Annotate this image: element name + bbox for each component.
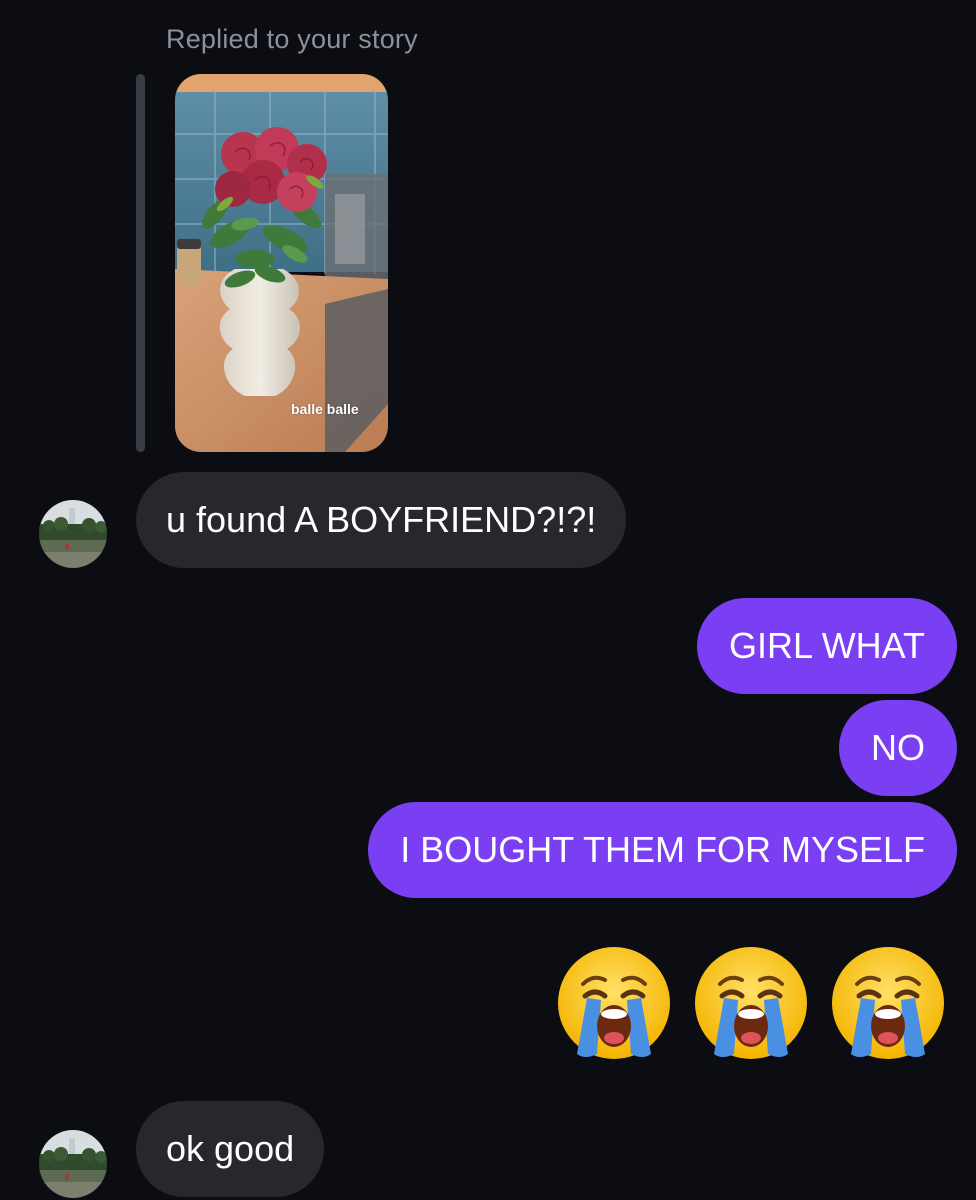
reply-quote-bar [136,74,145,452]
roses-vase-photo [175,74,388,452]
outgoing-message[interactable]: NO [839,700,957,796]
incoming-message[interactable]: ok good [136,1101,325,1197]
loudly-crying-face-icon [692,944,810,1062]
loudly-crying-face-icon [829,944,947,1062]
contact-avatar[interactable] [39,500,107,568]
avatar-photo [39,500,107,568]
story-caption: balle balle [291,401,359,417]
outgoing-message[interactable]: I BOUGHT THEM FOR MYSELF [368,802,957,898]
contact-avatar[interactable] [39,1130,107,1198]
story-thumbnail[interactable]: balle balle [175,74,388,452]
incoming-message[interactable]: u found A BOYFRIEND?!?! [136,472,627,568]
loudly-crying-face-icon [555,944,673,1062]
outgoing-message[interactable]: GIRL WHAT [697,598,957,694]
replied-to-story-label: Replied to your story [166,24,418,54]
avatar-photo [39,1130,107,1198]
emoji-message[interactable] [555,944,950,1064]
